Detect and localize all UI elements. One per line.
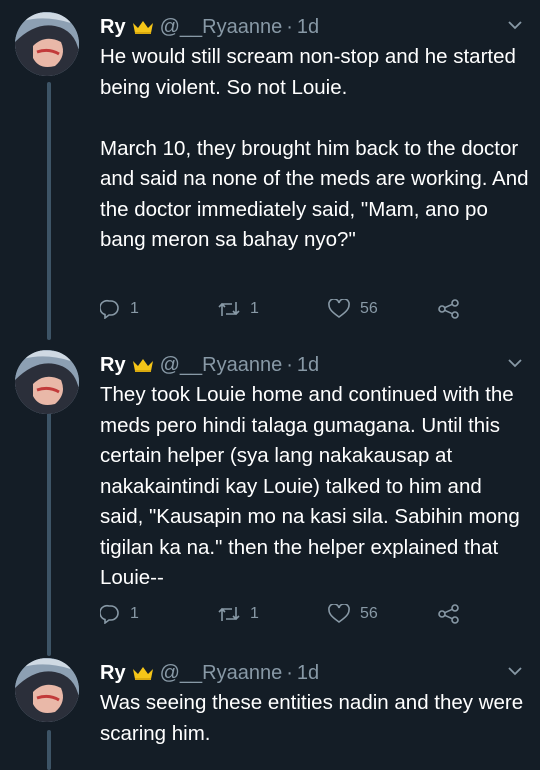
chevron-down-icon[interactable] [506,662,524,680]
reply-count: 1 [130,605,139,622]
tweet[interactable]: Ry @__Ryaanne · 1d Was seeing these enti… [0,658,540,758]
heart-icon [328,604,350,623]
reply-count: 1 [130,300,139,317]
tweet-text: Was seeing these entities nadin and they… [100,691,529,745]
chevron-down-icon[interactable] [506,354,524,372]
display-name[interactable]: Ry [100,16,126,39]
tweet[interactable]: Ry @__Ryaanne · 1d They took Louie home … [0,350,540,650]
retweet-button[interactable]: 1 [218,297,259,321]
retweet-button[interactable]: 1 [218,602,259,626]
reply-icon [100,604,119,624]
user-handle[interactable]: @__Ryaanne [160,354,283,377]
retweet-count: 1 [250,605,259,622]
like-button[interactable]: 56 [328,602,378,626]
retweet-icon [218,607,240,621]
share-button[interactable] [438,602,470,626]
like-count: 56 [360,605,378,622]
reply-button[interactable]: 1 [100,602,139,626]
timestamp[interactable]: 1d [297,16,319,39]
crown-icon [132,19,154,35]
avatar[interactable] [15,658,79,722]
share-button[interactable] [438,297,470,321]
separator-dot: · [286,15,293,38]
like-count: 56 [360,300,378,317]
tweet-text: He would still scream non-stop and he st… [100,45,529,251]
tweet-header: Ry @__Ryaanne · 1d [100,350,319,380]
avatar[interactable] [15,12,79,76]
like-button[interactable]: 56 [328,297,378,321]
tweet-actions: 1 1 56 [100,297,500,321]
chevron-down-icon[interactable] [506,16,524,34]
tweet-actions: 1 1 56 [100,602,500,626]
separator-dot: · [286,353,293,376]
tweet[interactable]: Ry @__Ryaanne · 1d He would still scream… [0,12,540,332]
heart-icon [328,299,350,318]
user-handle[interactable]: @__Ryaanne [160,16,283,39]
timestamp[interactable]: 1d [297,662,319,685]
tweet-text: They took Louie home and continued with … [100,383,526,589]
separator-dot: · [286,661,293,684]
tweet-header: Ry @__Ryaanne · 1d [100,658,319,688]
display-name[interactable]: Ry [100,354,126,377]
tweet-header: Ry @__Ryaanne · 1d [100,12,319,42]
display-name[interactable]: Ry [100,662,126,685]
crown-icon [132,665,154,681]
share-icon [438,299,459,319]
crown-icon [132,357,154,373]
retweet-count: 1 [250,300,259,317]
reply-button[interactable]: 1 [100,297,139,321]
share-icon [438,604,459,624]
avatar[interactable] [15,350,79,414]
user-handle[interactable]: @__Ryaanne [160,662,283,685]
reply-icon [100,299,119,319]
retweet-icon [218,302,240,316]
timestamp[interactable]: 1d [297,354,319,377]
